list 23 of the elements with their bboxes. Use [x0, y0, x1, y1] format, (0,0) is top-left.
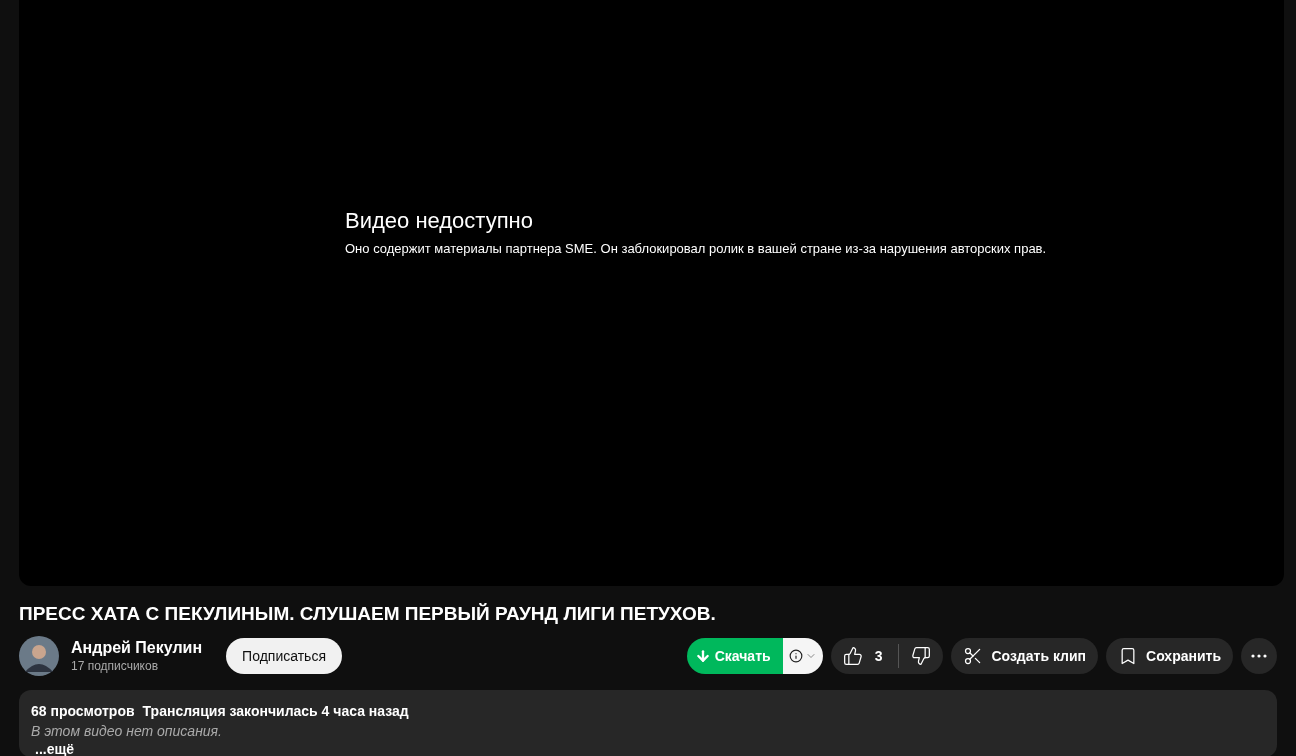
- channel-name[interactable]: Андрей Пекулин: [71, 638, 203, 658]
- more-icon: [1251, 654, 1267, 658]
- view-count: 68 просмотров: [31, 703, 135, 719]
- more-button[interactable]: [1241, 638, 1277, 674]
- error-message: Оно содержит материалы партнера SME. Он заблокировал ролик в вашей стране из-за нарушения авторских прав.: [345, 240, 1048, 259]
- subscribe-button[interactable]: Подписаться: [226, 638, 342, 674]
- channel-avatar[interactable]: [19, 636, 59, 676]
- description-panel[interactable]: 68 просмотров Трансляция закончилась 4 часа назад В этом видео нет описания. ...ещё: [19, 690, 1277, 756]
- info-dropdown[interactable]: [782, 638, 823, 674]
- download-icon: [694, 648, 711, 664]
- clip-button[interactable]: Создать клип: [951, 638, 1099, 674]
- thumbs-up-icon: [842, 646, 863, 666]
- video-player[interactable]: Видео недоступно Оно содержит материалы партнера SME. Он заблокировал ролик в вашей стране из-за нарушения авторских прав.: [19, 0, 1284, 586]
- description-text: В этом видео нет описания.: [31, 722, 223, 741]
- save-button[interactable]: Сохранить: [1106, 638, 1233, 674]
- subscriber-count: 17 подписчиков: [71, 658, 160, 674]
- like-button[interactable]: 3: [830, 645, 899, 667]
- show-more-link[interactable]: ...ещё: [35, 741, 75, 756]
- error-title: Видео недоступно: [345, 207, 534, 236]
- thumbs-down-icon: [911, 646, 932, 666]
- video-title: ПРЕСС ХАТА С ПЕКУЛИНЫМ. СЛУШАЕМ ПЕРВЫЙ РАУНД ЛИГИ ПЕТУХОВ.: [19, 602, 717, 626]
- stream-info: Трансляция закончилась 4 часа назад: [142, 703, 409, 719]
- info-icon: [788, 649, 803, 663]
